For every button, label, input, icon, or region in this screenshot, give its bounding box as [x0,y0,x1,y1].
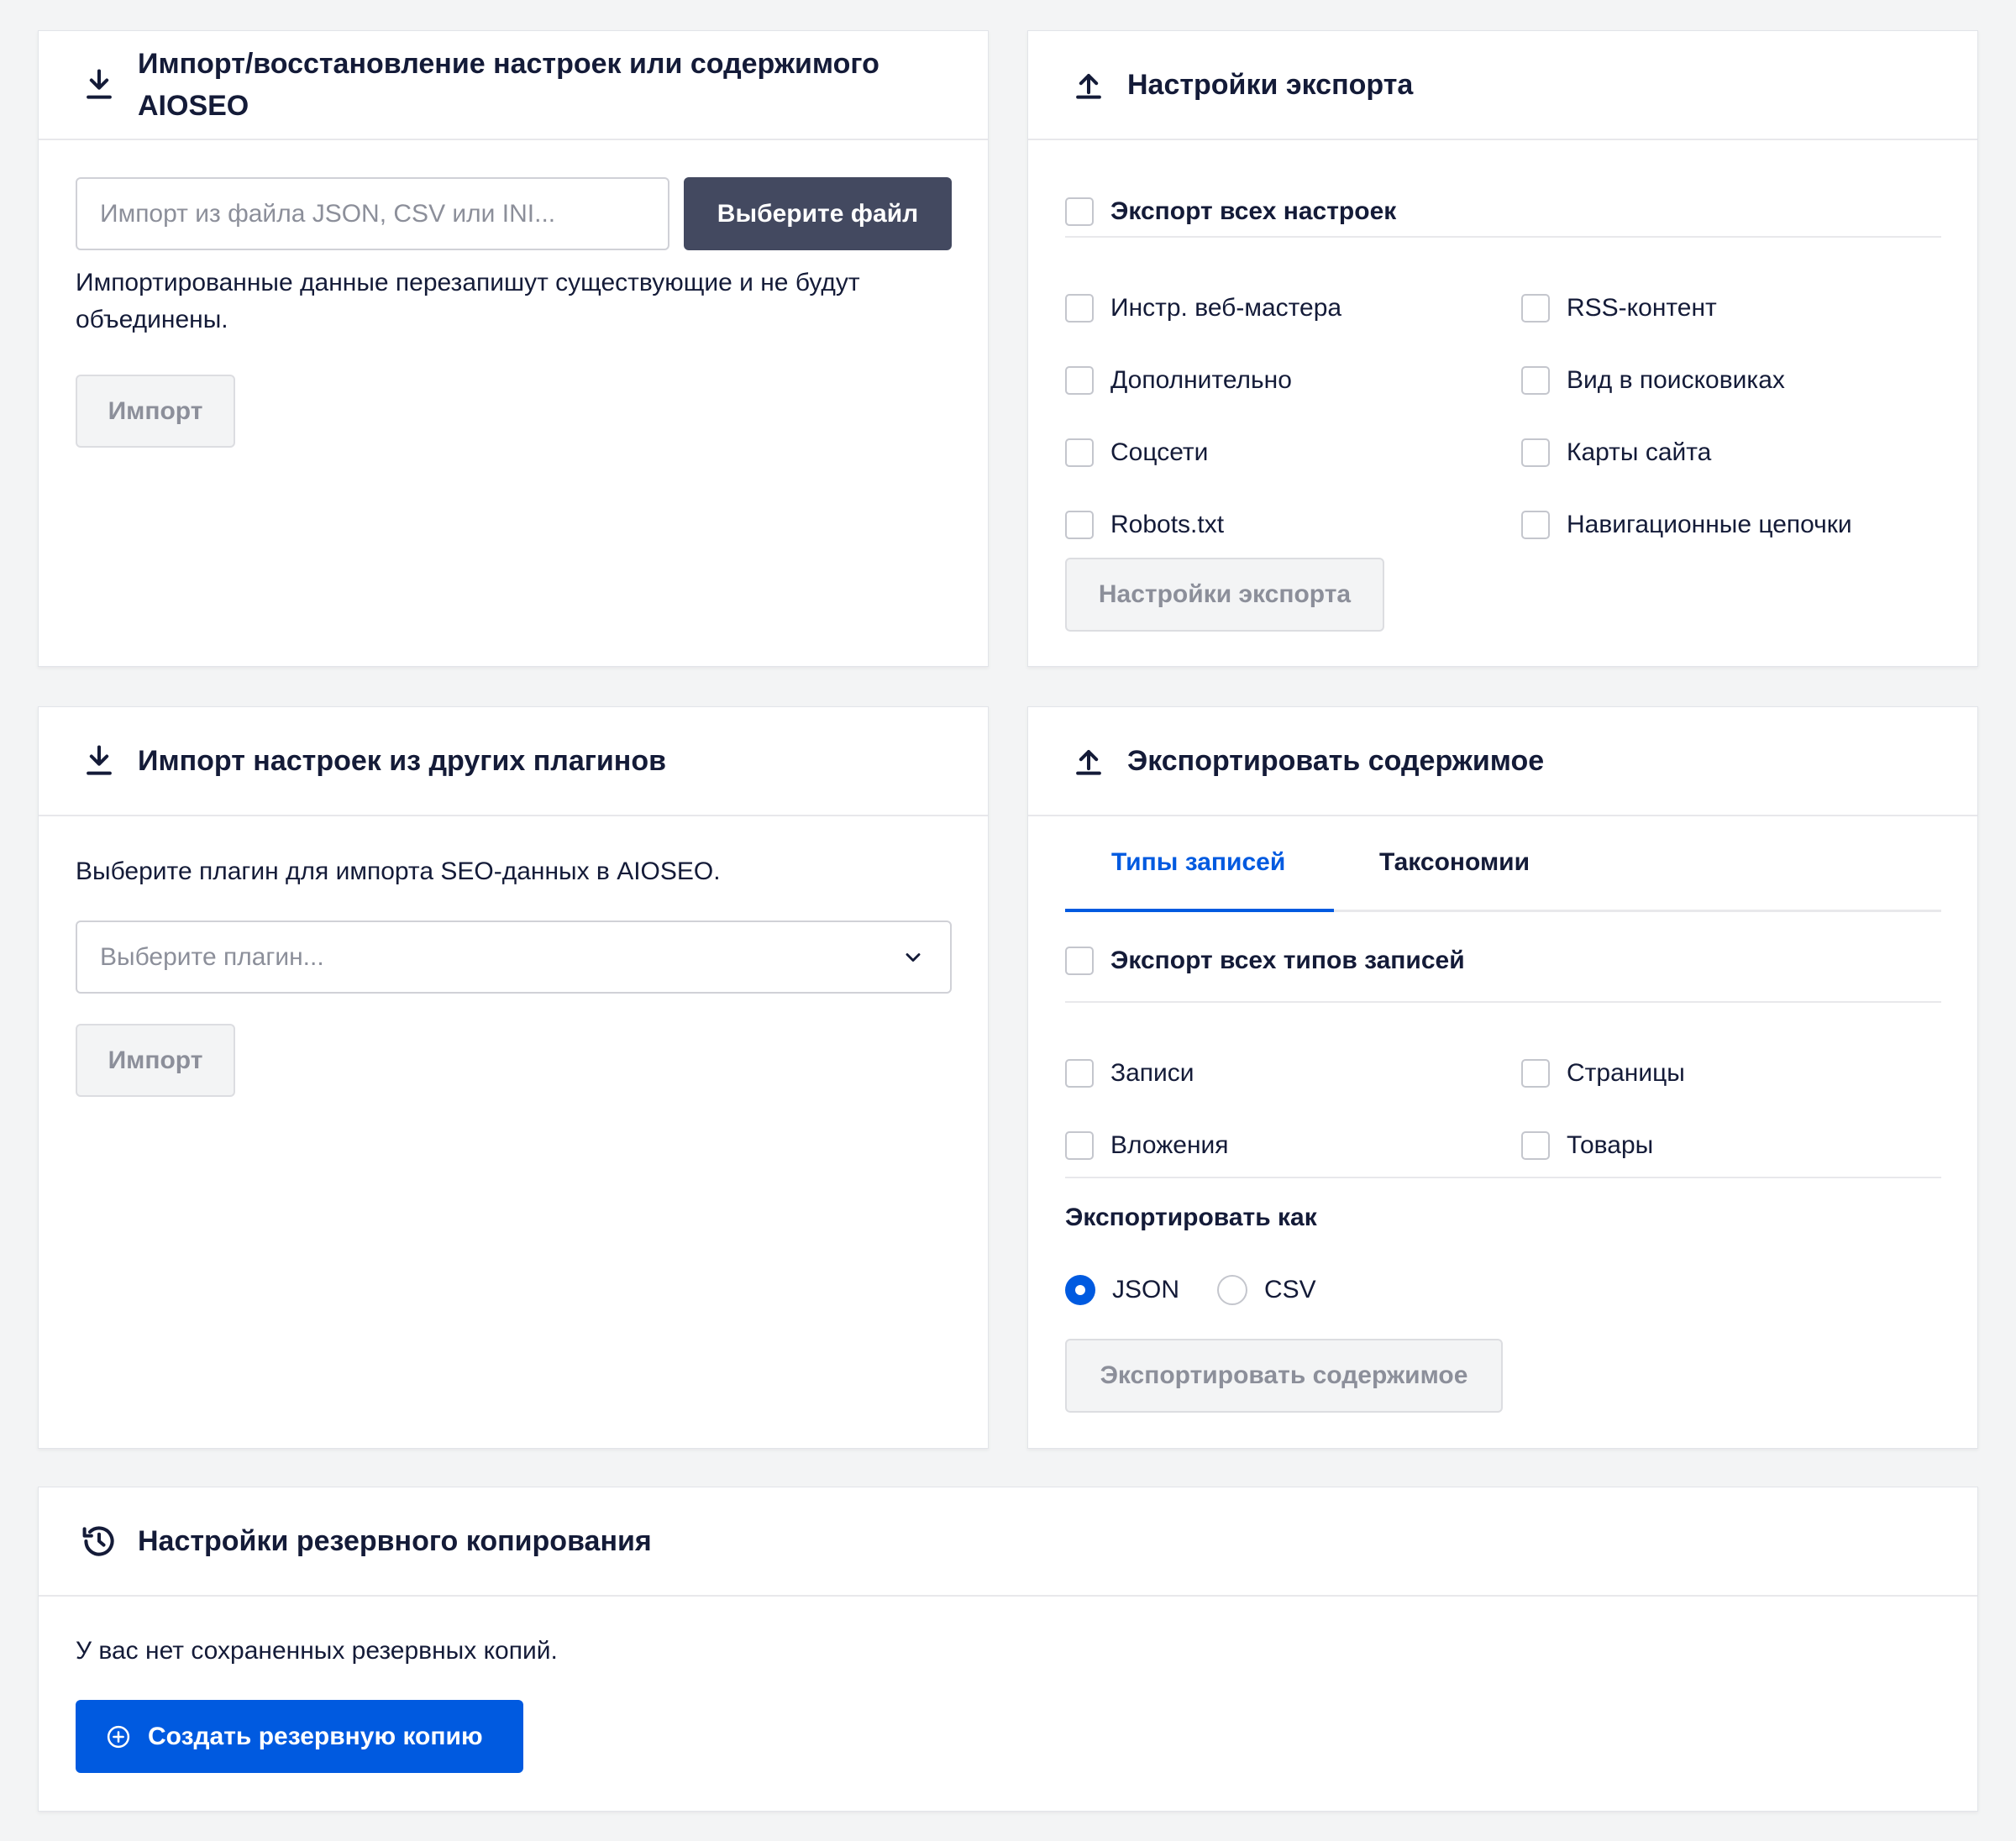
tab-post-types[interactable]: Типы записей [1111,848,1285,877]
export-settings-header: Настройки экспорта [1028,31,1977,140]
active-tab-indicator [1065,909,1334,912]
checkbox-label: Соцсети [1110,438,1209,466]
checkbox-box[interactable] [1065,947,1094,975]
checkbox-box[interactable] [1065,294,1094,323]
checkbox-box[interactable] [1521,1059,1550,1088]
checkbox-label: Навигационные цепочки [1567,511,1852,538]
checkbox-box[interactable] [1065,511,1094,539]
post-type-attachments[interactable]: Вложения [1065,1129,1229,1162]
import-plugins-header: Импорт настроек из других плагинов [39,707,988,816]
checkbox-box[interactable] [1521,294,1550,323]
download-icon [87,745,112,775]
export-content-card: Экспортировать содержимое Типы записей Т… [1027,706,1978,1449]
export-settings-button[interactable]: Настройки экспорта [1065,558,1384,632]
export-settings-card: Настройки экспорта Экспорт всех настроек… [1027,30,1978,667]
import-button[interactable]: Импорт [76,375,235,448]
backup-title: Настройки резервного копирования [138,1525,652,1557]
post-type-products[interactable]: Товары [1521,1129,1653,1162]
checkbox-label: Записи [1110,1059,1194,1087]
divider [1065,1177,1941,1178]
export-option-robots[interactable]: Robots.txt [1065,508,1224,542]
checkbox-box[interactable] [1521,511,1550,539]
checkbox-box[interactable] [1065,366,1094,395]
history-icon [82,1526,114,1556]
radio-unselected[interactable] [1217,1275,1247,1305]
export-content-title: Экспортировать содержимое [1127,745,1545,777]
checkbox-label: Robots.txt [1110,511,1225,538]
export-option-advanced[interactable]: Дополнительно [1065,364,1292,397]
download-icon [87,69,112,99]
checkbox-label: Экспорт всех типов записей [1110,947,1465,974]
checkbox-box[interactable] [1065,1131,1094,1160]
radio-label: JSON [1112,1276,1180,1303]
export-option-search-appearance[interactable]: Вид в поисковиках [1521,364,1785,397]
import-note-line1: Импортированные данные перезапишут сущес… [76,269,860,296]
import-restore-title-cont: AIOSEO [138,90,249,122]
create-backup-button[interactable]: Создать резервную копию [76,1700,523,1773]
checkbox-box[interactable] [1065,1059,1094,1088]
export-option-sitemaps[interactable]: Карты сайта [1521,436,1711,469]
import-restore-title: Импорт/восстановление настроек или содер… [138,48,879,80]
import-plugins-title: Импорт настроек из других плагинов [138,745,667,777]
checkbox-box[interactable] [1521,1131,1550,1160]
choose-file-button[interactable]: Выберите файл [684,177,952,250]
checkbox-label: Товары [1567,1131,1654,1159]
create-backup-label: Создать резервную копию [148,1722,483,1750]
checkbox-box[interactable] [1065,438,1094,467]
plugin-select[interactable]: Выберите плагин... [76,920,952,994]
tab-taxonomies[interactable]: Таксономии [1379,848,1530,877]
checkbox-label: Вид в поисковиках [1567,366,1785,394]
checkbox-box[interactable] [1521,438,1550,467]
plus-circle-icon [107,1725,130,1748]
chevron-down-icon [906,953,921,962]
export-option-rss[interactable]: RSS-контент [1521,291,1717,325]
checkbox-label: Дополнительно [1110,366,1292,394]
import-plugins-description: Выберите плагин для импорта SEO-данных в… [76,858,721,885]
import-file-placeholder: Импорт из файла JSON, CSV или INI... [100,199,556,228]
export-option-social[interactable]: Соцсети [1065,436,1208,469]
upload-icon [1076,749,1101,775]
post-type-pages[interactable]: Страницы [1521,1057,1685,1090]
checkbox-label: Вложения [1110,1131,1229,1159]
upload-icon [1076,73,1101,99]
export-as-label: Экспортировать как [1065,1204,1317,1231]
checkbox-label: Инстр. веб-мастера [1110,294,1342,322]
format-csv-radio[interactable]: CSV [1217,1273,1316,1307]
import-note: Импортированные данные перезапишут сущес… [76,265,949,338]
checkbox-box[interactable] [1065,197,1094,226]
backup-card: Настройки резервного копирования У вас н… [38,1487,1978,1812]
import-restore-header: Импорт/восстановление настроек или содер… [39,31,988,140]
import-plugins-button[interactable]: Импорт [76,1024,235,1097]
export-option-webmaster[interactable]: Инстр. веб-мастера [1065,291,1341,325]
checkbox-label: RSS-контент [1567,294,1717,322]
checkbox-label: Карты сайта [1567,438,1712,466]
import-note-line2: объединены. [76,306,228,333]
post-type-posts[interactable]: Записи [1065,1057,1194,1090]
export-settings-title: Настройки экспорта [1127,69,1414,101]
import-file-input[interactable]: Импорт из файла JSON, CSV или INI... [76,177,669,250]
backup-empty-text: У вас нет сохраненных резервных копий. [76,1637,558,1665]
export-content-header: Экспортировать содержимое [1028,707,1977,816]
checkbox-label: Экспорт всех настроек [1110,197,1397,225]
export-content-button[interactable]: Экспортировать содержимое [1065,1339,1503,1413]
checkbox-box[interactable] [1521,366,1550,395]
backup-header: Настройки резервного копирования [39,1487,1977,1597]
radio-label: CSV [1264,1276,1316,1303]
export-option-breadcrumbs[interactable]: Навигационные цепочки [1521,508,1852,542]
import-plugins-card: Импорт настроек из других плагинов Выбер… [38,706,989,1449]
divider [1065,1001,1941,1003]
import-restore-card: Импорт/восстановление настроек или содер… [38,30,989,667]
export-all-post-types-checkbox[interactable]: Экспорт всех типов записей [1065,944,1465,978]
radio-selected[interactable] [1065,1275,1095,1305]
divider [1065,236,1941,238]
checkbox-label: Страницы [1567,1059,1685,1087]
export-all-settings-checkbox[interactable]: Экспорт всех настроек [1065,195,1396,228]
format-json-radio[interactable]: JSON [1065,1273,1179,1307]
plugin-select-placeholder: Выберите плагин... [100,942,324,971]
